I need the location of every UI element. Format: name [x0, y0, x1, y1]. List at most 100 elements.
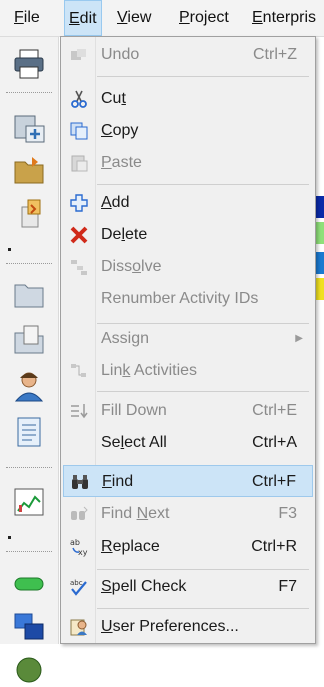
menu-item-cut-label: Cut: [101, 83, 126, 115]
menu-item-assign[interactable]: Assign ▶: [63, 323, 313, 355]
menu-item-paste-mnemonic: P: [101, 154, 112, 171]
paste-icon: [71, 155, 88, 172]
import-icon[interactable]: [12, 197, 46, 231]
menu-item-find-next-mnemonic: N: [136, 505, 149, 522]
menu-edit[interactable]: Edit: [64, 0, 102, 36]
spell-check-icon: abc: [70, 579, 87, 596]
background-bar: [316, 252, 324, 274]
menu-item-renumber-activity-ids[interactable]: Renumber Activity IDs: [63, 283, 313, 315]
menu-enterprise-mnemonic: E: [252, 9, 263, 26]
background-bar: [316, 222, 324, 244]
menu-separator: [97, 76, 309, 77]
menu-separator: [97, 569, 309, 570]
menu-item-undo-shortcut: Ctrl+Z: [253, 46, 297, 63]
menu-item-delete-text-a: De: [101, 226, 122, 243]
toolbar-separator: [6, 92, 52, 93]
menu-project[interactable]: Project: [179, 0, 229, 36]
layers-icon[interactable]: [12, 609, 46, 643]
menu-item-spell-check[interactable]: abc Spell Check F7: [63, 571, 313, 603]
menu-file-mnemonic: F: [14, 9, 24, 26]
menu-item-fill-down[interactable]: Fill Down Ctrl+E: [63, 395, 313, 427]
menu-item-find-next[interactable]: Find Next F3: [63, 498, 313, 530]
menu-item-find-next-text-b: ext: [148, 505, 170, 522]
add-icon: [70, 194, 88, 212]
menu-item-user-preferences-label: User Preferences...: [101, 611, 239, 643]
menu-item-spell-check-mnemonic: S: [101, 578, 112, 595]
menu-item-find-text: ind: [111, 473, 134, 490]
menu-item-find-label: Find: [102, 466, 133, 498]
menu-item-delete-label: Delete: [101, 219, 147, 251]
svg-text:xy: xy: [78, 548, 88, 557]
menu-item-cut-mnemonic: t: [121, 90, 126, 107]
menu-view[interactable]: View: [117, 0, 151, 36]
settings-icon[interactable]: [12, 653, 46, 687]
menu-item-paste[interactable]: Paste: [63, 147, 313, 179]
menu-bar: File Edit View Project Enterpris: [0, 0, 324, 37]
menu-item-replace-label: Replace: [101, 531, 160, 563]
menu-item-assign-text-b: n: [140, 330, 150, 347]
replace-icon: ab xy: [70, 538, 88, 557]
menu-item-add-text: dd: [111, 194, 130, 211]
menu-item-add[interactable]: Add: [63, 187, 313, 219]
find-next-icon: [71, 506, 88, 520]
menu-view-mnemonic: V: [117, 9, 128, 26]
menu-item-user-preferences[interactable]: User Preferences...: [63, 611, 313, 643]
menu-item-replace[interactable]: ab xy Replace Ctrl+R: [63, 531, 313, 563]
menu-item-link-activities[interactable]: Link Activities: [63, 355, 313, 387]
user-preferences-icon: [70, 619, 87, 636]
menu-item-user-preferences-mnemonic: U: [101, 618, 113, 635]
menu-item-paste-text: aste: [111, 154, 142, 171]
menu-item-undo[interactable]: Undo Ctrl+Z: [63, 39, 313, 71]
document-folder-icon[interactable]: [12, 323, 46, 357]
menu-item-cut[interactable]: Cut: [63, 83, 313, 115]
menu-item-undo-label: Undo: [101, 46, 140, 63]
menu-item-replace-shortcut: Ctrl+R: [251, 538, 297, 555]
menu-item-find-next-text-a: Find: [101, 505, 137, 522]
menu-separator: [97, 391, 309, 392]
dissolve-icon: [71, 260, 87, 275]
copy-icon: [70, 122, 88, 140]
menu-item-copy[interactable]: Copy: [63, 115, 313, 147]
notebook-icon[interactable]: [12, 415, 46, 449]
fill-down-icon: [71, 404, 88, 419]
menu-item-copy-mnemonic: C: [101, 122, 113, 139]
menu-file-label: ile: [23, 9, 40, 26]
menu-item-find-next-shortcut: F3: [278, 505, 297, 522]
user-icon[interactable]: [12, 369, 46, 403]
menu-item-user-preferences-text: ser Preferences...: [112, 618, 239, 635]
undo-icon: [71, 49, 86, 60]
menu-enterprise[interactable]: Enterpris: [252, 0, 316, 36]
menu-item-find[interactable]: Find Ctrl+F: [63, 465, 313, 497]
print-icon[interactable]: [12, 47, 46, 81]
menu-item-copy-label: Copy: [101, 115, 138, 147]
background-bar: [316, 196, 324, 218]
menu-item-spell-check-shortcut: F7: [278, 578, 297, 595]
scissors-icon: [71, 90, 87, 108]
folder-icon[interactable]: [12, 277, 46, 311]
chart-icon[interactable]: [12, 485, 46, 519]
menu-item-replace-text: eplace: [112, 538, 160, 555]
menu-item-spell-check-text: pell Check: [111, 578, 187, 595]
menu-item-fill-down-label: Fill Down: [101, 402, 167, 419]
menu-item-dissolve[interactable]: Dissolve: [63, 251, 313, 283]
svg-text:abc: abc: [70, 579, 83, 587]
link-icon: [71, 364, 86, 377]
menu-item-spell-check-label: Spell Check: [101, 571, 186, 603]
menu-item-paste-label: Paste: [101, 147, 142, 179]
menu-separator: [97, 608, 309, 609]
open-folder-icon[interactable]: [12, 153, 46, 187]
menu-item-delete[interactable]: Delete: [63, 219, 313, 251]
left-toolbar: [0, 37, 59, 683]
menu-item-select-all[interactable]: Select All Ctrl+A: [63, 427, 313, 459]
activity-bar-icon[interactable]: [12, 567, 46, 601]
edit-menu-dropdown: Undo Ctrl+Z Cut Copy Paste Add Delete Di…: [60, 36, 316, 644]
menu-file[interactable]: File: [14, 0, 40, 36]
menu-item-select-all-text-a: Se: [101, 434, 121, 451]
menu-edit-label: dit: [79, 10, 97, 27]
menu-item-delete-text-b: ete: [125, 226, 148, 243]
add-project-icon[interactable]: [12, 111, 46, 145]
menu-item-add-mnemonic: A: [101, 194, 112, 211]
menu-item-assign-mnemonic: g: [131, 330, 141, 347]
toolbar-separator: [6, 551, 52, 552]
menu-item-select-all-text-b: ect All: [124, 434, 167, 451]
